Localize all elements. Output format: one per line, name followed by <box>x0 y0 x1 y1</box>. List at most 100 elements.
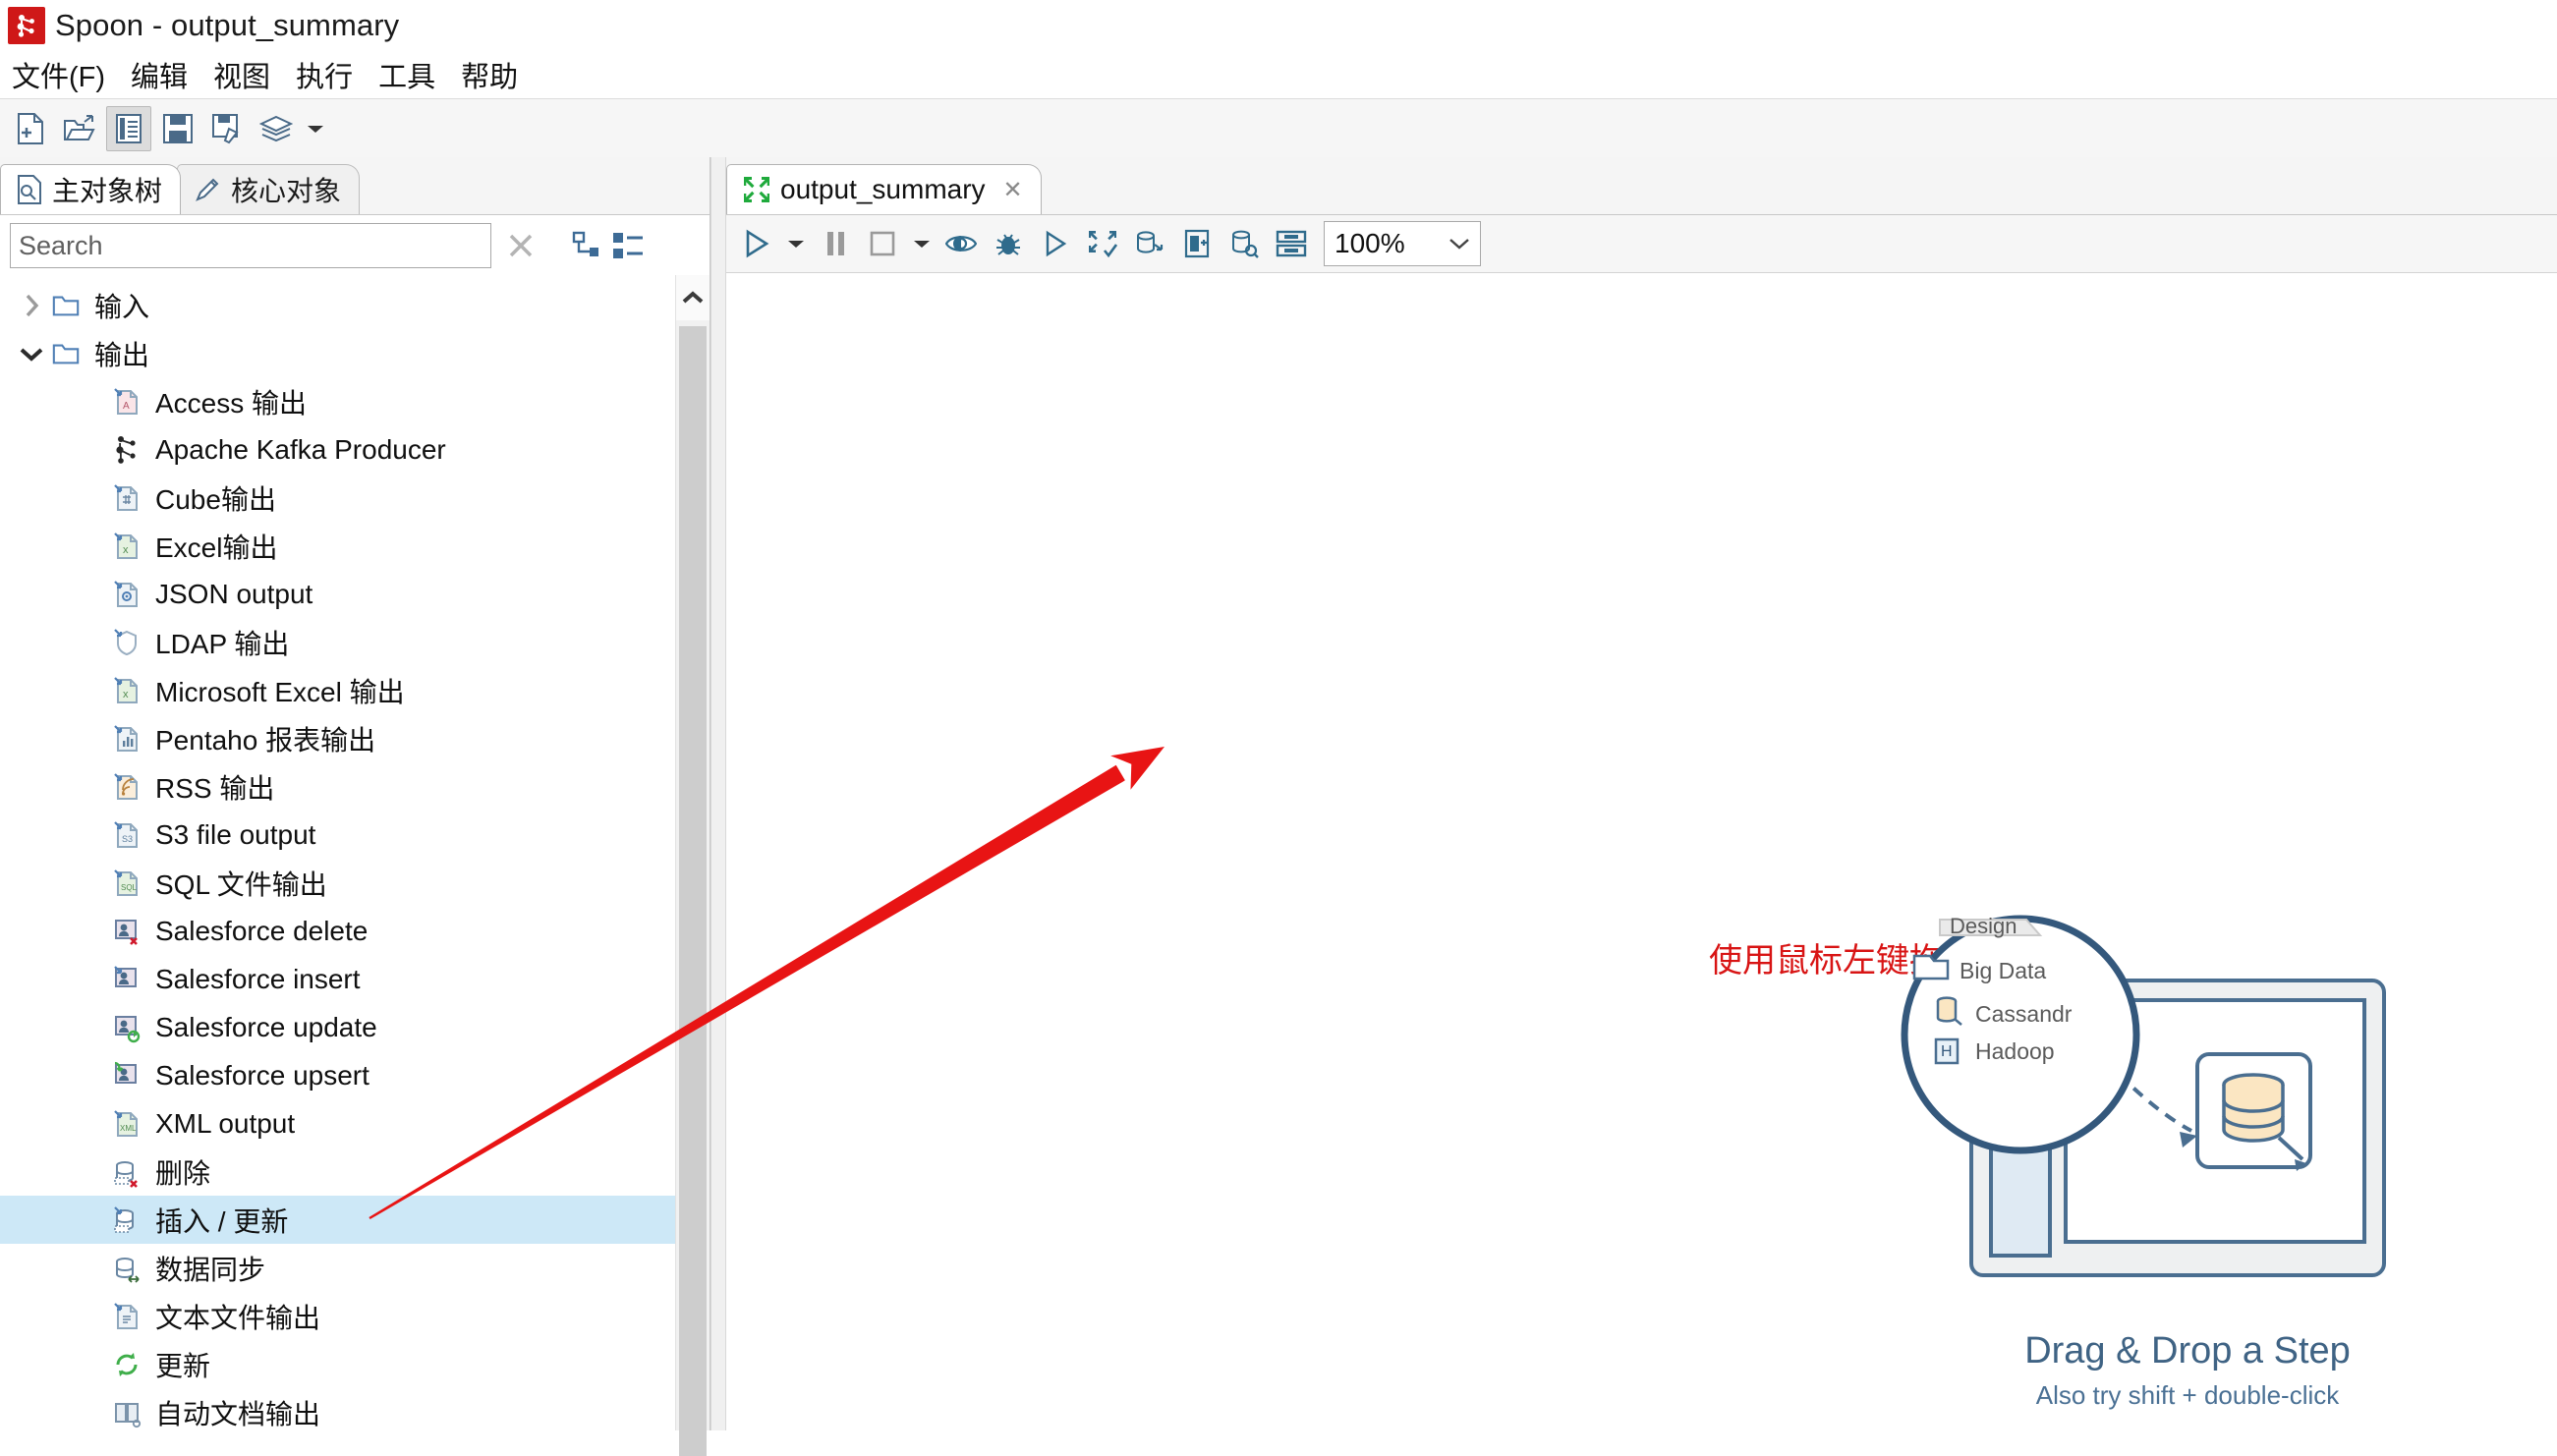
tree-item[interactable]: 自动文档输出 <box>0 1388 675 1430</box>
search-input[interactable]: Search <box>10 223 491 268</box>
tree-item-label: 文本文件输出 <box>155 1302 321 1333</box>
panel-splitter[interactable] <box>710 157 726 1430</box>
chevron-down-icon[interactable] <box>14 344 49 364</box>
run-icon[interactable] <box>734 221 779 266</box>
collapse-tree-icon[interactable] <box>611 230 645 261</box>
tree-item[interactable]: Pentaho 报表输出 <box>0 714 675 762</box>
toolbar-dropdown-caret-icon[interactable] <box>303 107 328 150</box>
open-folder-icon[interactable] <box>57 106 102 151</box>
stop-icon[interactable] <box>860 221 905 266</box>
tree-item[interactable]: 输入 <box>0 281 675 329</box>
layers-icon[interactable] <box>254 106 299 151</box>
tree-item[interactable]: 插入 / 更新 <box>0 1196 675 1244</box>
menu-help[interactable]: 帮助 <box>459 52 520 97</box>
zoom-level-select[interactable]: 100% <box>1324 221 1481 266</box>
tree-item-label: Microsoft Excel 输出 <box>155 676 405 707</box>
title-bar: Spoon - output_summary <box>0 0 2557 51</box>
grid-arrange-icon[interactable] <box>1269 221 1314 266</box>
tree-item-label: LDAP 输出 <box>155 628 290 659</box>
save-as-icon[interactable] <box>204 106 250 151</box>
left-panel-tabstrip: 主对象树 核心对象 <box>0 157 710 215</box>
menu-edit[interactable]: 编辑 <box>129 52 190 97</box>
tree-item[interactable]: 输出 <box>0 329 675 377</box>
chevron-up-icon[interactable] <box>676 275 710 320</box>
tree-item[interactable]: Salesforce insert <box>0 955 675 1003</box>
tree-item[interactable]: x Excel输出 <box>0 522 675 570</box>
tree-item-label: 更新 <box>155 1350 211 1381</box>
watermark-cassandra-label: Cassandr <box>1975 1001 2073 1027</box>
tree-item[interactable]: 文本文件输出 <box>0 1292 675 1340</box>
tree-item-label: 数据同步 <box>155 1254 266 1285</box>
object-tree[interactable]: 输入输出 A Access 输出 Apache Kafka Producer Cube输… <box>0 275 675 1430</box>
chevron-down-icon[interactable] <box>1447 236 1472 252</box>
tree-doc-icon <box>17 175 42 204</box>
tree-item[interactable]: x Microsoft Excel 输出 <box>0 666 675 714</box>
workspace: 主对象树 核心对象 Search 输入 输出 A Access 输出 Apach… <box>0 157 2557 1456</box>
tree-item[interactable]: Salesforce update <box>0 1003 675 1051</box>
db-explore-icon[interactable] <box>1222 221 1267 266</box>
menu-tools[interactable]: 工具 <box>376 52 437 97</box>
tree-item-label: 自动文档输出 <box>155 1398 321 1429</box>
tree-item[interactable]: SQL SQL 文件输出 <box>0 859 675 907</box>
pause-icon[interactable] <box>813 221 858 266</box>
salesforce-insert-icon <box>110 963 143 996</box>
access-output-icon: A <box>110 385 143 419</box>
verify-icon[interactable] <box>1080 221 1125 266</box>
menu-file[interactable]: 文件(F) <box>10 52 107 97</box>
tree-item-label: Salesforce update <box>155 1011 377 1042</box>
preview-icon[interactable] <box>938 221 984 266</box>
auto-doc-output-icon <box>110 1396 143 1429</box>
menu-run[interactable]: 执行 <box>294 52 355 97</box>
impact-icon[interactable] <box>1127 221 1172 266</box>
chevron-right-icon[interactable] <box>14 293 49 318</box>
tree-item-label: 输出 <box>94 339 150 370</box>
pentaho-report-output-icon <box>110 722 143 756</box>
tree-item[interactable]: 数据同步 <box>0 1244 675 1292</box>
tree-item[interactable]: S3 S3 file output <box>0 811 675 859</box>
salesforce-update-icon <box>110 1011 143 1044</box>
sql-icon[interactable] <box>1174 221 1220 266</box>
right-panel: output_summary ✕ 100% 使用鼠标左键拖拽过来 Design … <box>726 157 2557 1430</box>
tree-vertical-scrollbar[interactable] <box>675 275 710 1456</box>
ldap-output-icon <box>110 626 143 659</box>
tree-item[interactable]: JSON output <box>0 570 675 618</box>
tree-item-label: Excel输出 <box>155 532 278 563</box>
salesforce-upsert-icon <box>110 1059 143 1092</box>
watermark-design-tab-label: Design <box>1950 914 2017 938</box>
tree-item[interactable]: 更新 <box>0 1340 675 1388</box>
save-icon[interactable] <box>155 106 200 151</box>
text-file-output-icon <box>110 1300 143 1333</box>
tree-item[interactable]: Salesforce upsert <box>0 1051 675 1099</box>
tree-item-label: Apache Kafka Producer <box>155 433 446 465</box>
tab-output-summary[interactable]: output_summary ✕ <box>726 164 1042 214</box>
tree-item[interactable]: XML XML output <box>0 1099 675 1148</box>
pencil-icon <box>194 176 221 203</box>
tree-item[interactable]: RSS 输出 <box>0 762 675 811</box>
tree-item[interactable]: Salesforce delete <box>0 907 675 955</box>
replay-icon[interactable] <box>1033 221 1078 266</box>
tree-item[interactable]: A Access 输出 <box>0 377 675 425</box>
tab-main-object-tree[interactable]: 主对象树 <box>0 164 182 214</box>
open-recent-icon[interactable] <box>106 106 151 151</box>
menu-view[interactable]: 视图 <box>211 52 272 97</box>
close-icon[interactable]: ✕ <box>1003 176 1023 204</box>
clear-x-icon[interactable] <box>491 231 550 260</box>
transformation-canvas[interactable]: 使用鼠标左键拖拽过来 Design Big Data Cassandr H Ha… <box>726 273 2557 1430</box>
canvas-tabstrip: output_summary ✕ <box>726 157 2557 215</box>
tree-item-label: Salesforce delete <box>155 915 369 946</box>
tree-item-label: XML output <box>155 1107 296 1139</box>
tree-item[interactable]: Cube输出 <box>0 474 675 522</box>
tab-output-summary-label: output_summary <box>780 174 986 204</box>
debug-icon[interactable] <box>986 221 1031 266</box>
run-options-caret-icon[interactable] <box>781 221 811 266</box>
tree-item-label: Pentaho 报表输出 <box>155 724 376 756</box>
scrollbar-thumb[interactable] <box>679 326 707 1456</box>
tree-item[interactable]: LDAP 输出 <box>0 618 675 666</box>
svg-text:x: x <box>123 544 129 556</box>
tree-item[interactable]: 删除 <box>0 1148 675 1196</box>
stop-options-caret-icon[interactable] <box>907 221 937 266</box>
new-file-icon[interactable] <box>8 106 53 151</box>
tree-item[interactable]: Apache Kafka Producer <box>0 425 675 474</box>
expand-tree-icon[interactable] <box>572 230 605 261</box>
tab-core-objects[interactable]: 核心对象 <box>177 164 361 214</box>
